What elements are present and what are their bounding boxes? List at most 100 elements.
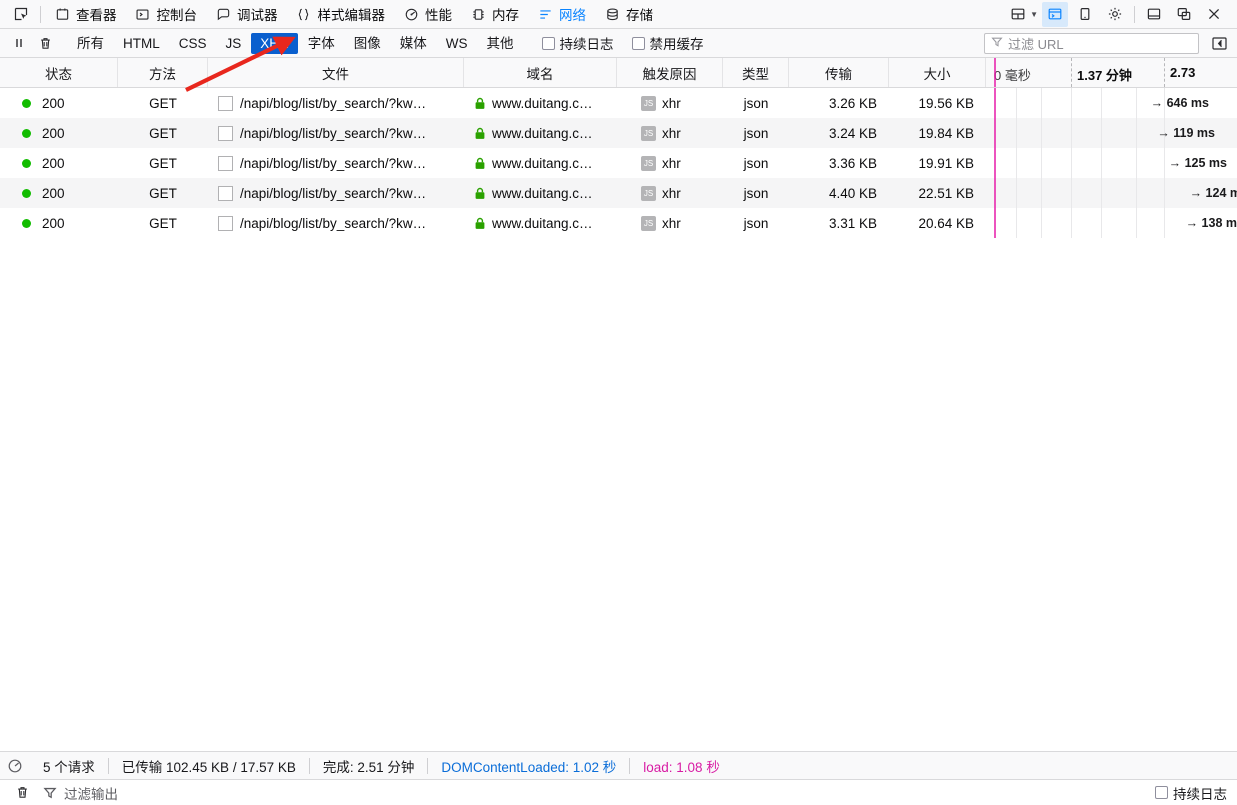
toggle-sidebar-icon[interactable] [1207, 32, 1231, 54]
filter-all[interactable]: 所有 [68, 33, 113, 54]
timeline-dash [1164, 58, 1165, 87]
timeline-gridline [1041, 178, 1042, 208]
column-header-transferred[interactable]: 传输 [789, 58, 889, 87]
filter-media[interactable]: 媒体 [391, 33, 436, 54]
inspector-icon [54, 6, 70, 22]
load-event-marker [994, 118, 996, 148]
tab-console[interactable]: 控制台 [126, 1, 207, 28]
tab-label: 控制台 [156, 8, 198, 23]
disable-cache-checkbox[interactable]: 禁用缓存 [631, 33, 704, 53]
column-header-method[interactable]: 方法 [118, 58, 208, 87]
persist-logs-checkbox[interactable]: 持续日志 [541, 33, 614, 53]
lock-icon [474, 157, 486, 170]
tab-inspector[interactable]: 查看器 [45, 1, 126, 28]
filter-html[interactable]: HTML [114, 33, 169, 54]
responsive-design-mode-icon[interactable] [1072, 2, 1098, 27]
console-filter-placeholder[interactable]: 过滤输出 [64, 783, 118, 803]
timeline-gridline [1041, 208, 1042, 238]
column-header-file[interactable]: 文件 [208, 58, 464, 87]
style-editor-icon [296, 6, 312, 22]
status-dot [22, 218, 31, 228]
url-filter-placeholder: 过滤 URL [1008, 36, 1064, 52]
file-type-icon [218, 185, 233, 201]
dock-to-bottom-icon[interactable] [1141, 2, 1167, 27]
pause-icon[interactable] [6, 31, 32, 55]
network-icon [537, 6, 553, 22]
request-count: 5 个请求 [43, 759, 95, 775]
settings-gear-icon[interactable] [1102, 2, 1128, 27]
load-event-marker [994, 178, 996, 208]
tab-performance[interactable]: 性能 [394, 1, 461, 28]
lock-icon [474, 187, 486, 200]
transferred-size: 已传输 102.45 KB / 17.57 KB [121, 759, 296, 775]
filter-css[interactable]: CSS [170, 33, 216, 54]
xhr-cause-icon: JS [641, 155, 656, 171]
memory-icon [470, 6, 486, 22]
column-header-status[interactable]: 状态 [0, 58, 118, 87]
row-size: 20.64 KB [918, 215, 974, 231]
trash-clear-icon[interactable] [8, 785, 36, 800]
tab-network[interactable]: 网络 [528, 1, 595, 28]
console-persist-logs-checkbox[interactable]: 持续日志 [1155, 783, 1237, 803]
table-row[interactable]: 200 GET /napi/blog/list/by_search/?kw… w… [0, 148, 1237, 178]
timeline-gridline [1164, 148, 1165, 178]
row-transferred: 3.24 KB [828, 125, 877, 141]
filter-font[interactable]: 字体 [299, 33, 344, 54]
column-header-type[interactable]: 类型 [723, 58, 789, 87]
request-list: 200 GET /napi/blog/list/by_search/?kw… w… [0, 88, 1237, 238]
chevron-down-icon[interactable]: ▼ [1030, 10, 1038, 19]
request-table-header: 状态 方法 文件 域名 触发原因 类型 传输 大小 0 毫秒 1.37 分钟 2… [0, 58, 1237, 88]
table-row[interactable]: 200 GET /napi/blog/list/by_search/?kw… w… [0, 88, 1237, 118]
checkbox-box [541, 36, 555, 50]
close-icon[interactable] [1201, 2, 1227, 27]
filter-xhr[interactable]: XHR [251, 32, 298, 54]
filter-ws[interactable]: WS [437, 33, 477, 54]
customize-layout-icon[interactable] [1005, 2, 1031, 27]
performance-analysis-icon[interactable] [0, 758, 30, 774]
row-cause: xhr [662, 125, 681, 141]
timeline-gridline [1016, 148, 1017, 178]
xhr-cause-icon: JS [641, 95, 656, 111]
table-row[interactable]: 200 GET /napi/blog/list/by_search/?kw… w… [0, 178, 1237, 208]
column-header-domain[interactable]: 域名 [464, 58, 617, 87]
table-row[interactable]: 200 GET /napi/blog/list/by_search/?kw… w… [0, 118, 1237, 148]
tab-debugger[interactable]: 调试器 [206, 1, 287, 28]
dock-separate-window-icon[interactable] [1171, 2, 1197, 27]
performance-icon [403, 6, 419, 22]
row-file: /napi/blog/list/by_search/?kw… [240, 155, 427, 171]
lock-icon [474, 127, 486, 140]
tab-style-editor[interactable]: 样式编辑器 [287, 1, 395, 28]
split-console-icon[interactable] [1042, 1, 1068, 27]
tab-label: 存储 [626, 8, 653, 23]
filter-funnel-icon[interactable] [36, 786, 64, 800]
checkbox-box [1155, 786, 1168, 799]
timeline-gridline [1041, 148, 1042, 178]
lock-icon [474, 217, 486, 230]
row-time: → 124 m [1189, 186, 1237, 200]
row-type: json [743, 185, 769, 201]
column-header-cause[interactable]: 触发原因 [617, 58, 723, 87]
table-row[interactable]: 200 GET /napi/blog/list/by_search/?kw… w… [0, 208, 1237, 238]
tab-label: 网络 [559, 8, 586, 23]
timeline-gridline [1071, 178, 1072, 208]
load-time: load: 1.08 秒 [643, 759, 720, 775]
tab-label: 样式编辑器 [317, 8, 386, 23]
filter-other[interactable]: 其他 [478, 33, 523, 54]
column-header-timeline[interactable]: 0 毫秒 1.37 分钟 2.73 [986, 58, 1237, 87]
trash-clear-icon[interactable] [32, 31, 58, 55]
element-picker-icon[interactable] [6, 1, 36, 28]
tab-storage[interactable]: 存储 [595, 1, 662, 28]
url-filter-input[interactable]: 过滤 URL [984, 32, 1199, 54]
filter-image[interactable]: 图像 [345, 33, 390, 54]
toolbar-divider [1134, 5, 1135, 23]
row-timeline: → 125 ms [986, 148, 1237, 178]
column-header-size[interactable]: 大小 [889, 58, 986, 87]
network-status-bar: 5 个请求 已传输 102.45 KB / 17.57 KB 完成: 2.51 … [0, 751, 1237, 779]
timeline-gridline [1136, 178, 1137, 208]
row-cause: xhr [662, 155, 681, 171]
timeline-gridline [1101, 118, 1102, 148]
filter-js[interactable]: JS [217, 33, 251, 54]
tab-memory[interactable]: 内存 [461, 1, 528, 28]
toolbar-divider [40, 5, 41, 23]
xhr-cause-icon: JS [641, 215, 656, 231]
